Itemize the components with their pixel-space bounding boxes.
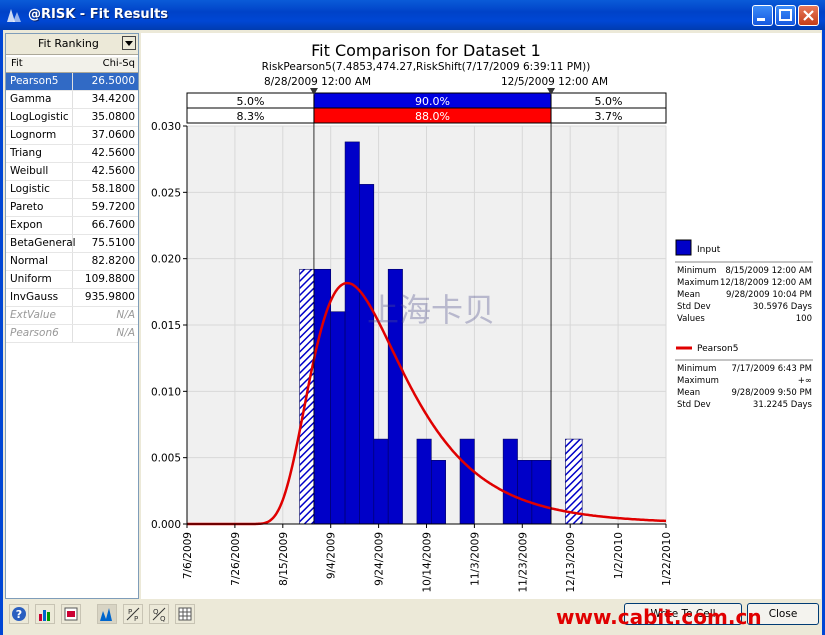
legend-stat-value: 9/28/2009 10:04 PM [726, 290, 812, 300]
band-label: 88.0% [415, 110, 450, 123]
legend-stat-value: 31.2245 Days [753, 400, 813, 410]
x-tick-label: 10/14/2009 [422, 532, 434, 593]
legend-stat-key: Maximum [677, 376, 719, 386]
svg-text:P: P [128, 608, 132, 616]
histogram-bar [531, 460, 552, 525]
legend-stat-key: Mean [677, 388, 700, 398]
pp-plot-icon: PP [126, 607, 140, 623]
histogram-bar [459, 438, 475, 525]
legend-stat-key: Values [677, 314, 705, 324]
watermark-site: www.cabit.com.cn [556, 605, 762, 629]
x-tick-label: 9/4/2009 [326, 532, 338, 579]
band-label: 5.0% [595, 95, 623, 108]
y-tick-label: 0.005 [151, 453, 181, 465]
watermark-chinese: 上海卡贝 [367, 291, 496, 329]
x-tick-label: 8/15/2009 [278, 532, 290, 586]
legend-stat-value: 100 [796, 314, 812, 324]
x-tick-label: 12/13/2009 [565, 532, 577, 593]
band-label: 5.0% [236, 95, 264, 108]
legend-input-swatch [675, 239, 692, 256]
band-label: 90.0% [415, 95, 450, 108]
histogram-icon [100, 608, 112, 621]
x-tick-label: 11/23/2009 [517, 532, 529, 593]
report-icon [64, 607, 78, 621]
legend-stat-value: 30.5976 Days [753, 302, 813, 312]
x-tick-label: 1/2/2010 [613, 532, 625, 579]
help-icon: ? [12, 607, 26, 621]
band-label: 3.7% [595, 110, 623, 123]
svg-text:Q: Q [160, 615, 166, 623]
legend-fit-label: Pearson5 [697, 344, 738, 354]
svg-text:?: ? [16, 608, 22, 621]
y-tick-label: 0.010 [151, 386, 181, 398]
x-tick-label: 1/22/2010 [661, 532, 673, 586]
comparison-view-button[interactable] [97, 604, 117, 624]
histogram-bar [430, 460, 446, 525]
y-tick-label: 0.025 [151, 187, 181, 199]
legend-stat-value: +∞ [798, 376, 812, 386]
histogram-bar [344, 141, 360, 525]
summary-table-button[interactable] [175, 604, 195, 624]
x-tick-label: 11/3/2009 [469, 532, 481, 586]
y-tick-label: 0.000 [151, 519, 181, 531]
x-tick-label: 7/26/2009 [230, 532, 242, 586]
legend-stat-value: 9/28/2009 9:50 PM [731, 388, 812, 398]
x-tick-label: 9/24/2009 [374, 532, 386, 586]
svg-text:Q: Q [153, 608, 159, 616]
histogram-bar [373, 438, 389, 525]
legend-stat-key: Minimum [677, 364, 716, 374]
histogram-bar [416, 438, 432, 525]
legend-input-label: Input [697, 245, 721, 255]
x-tick-label: 7/6/2009 [182, 532, 194, 579]
pp-plot-button[interactable]: PP [123, 604, 143, 624]
y-tick-label: 0.030 [151, 121, 181, 133]
legend-stat-key: Minimum [677, 266, 716, 276]
legend-stat-key: Std Dev [677, 302, 711, 312]
svg-text:P: P [134, 615, 138, 623]
help-button[interactable]: ? [9, 604, 29, 624]
band-label: 8.3% [236, 110, 264, 123]
histogram-bar [517, 460, 533, 525]
table-icon [178, 607, 192, 621]
histogram-bar [330, 311, 346, 525]
legend-stat-value: 12/18/2009 12:00 AM [720, 278, 812, 288]
histogram-bar [502, 438, 518, 525]
legend-stat-key: Maximum [677, 278, 719, 288]
bar-chart-icon [39, 610, 50, 621]
y-tick-label: 0.015 [151, 320, 181, 332]
qq-plot-icon: QQ [152, 607, 166, 623]
qq-plot-button[interactable]: QQ [149, 604, 169, 624]
legend-stat-key: Std Dev [677, 400, 711, 410]
legend-stat-value: 7/17/2009 6:43 PM [731, 364, 812, 374]
legend-stat-key: Mean [677, 290, 700, 300]
copy-report-button[interactable] [61, 604, 81, 624]
graph-options-button[interactable] [35, 604, 55, 624]
y-tick-label: 0.020 [151, 254, 181, 266]
legend-stat-value: 8/15/2009 12:00 AM [725, 266, 812, 276]
histogram-bar [359, 184, 375, 525]
